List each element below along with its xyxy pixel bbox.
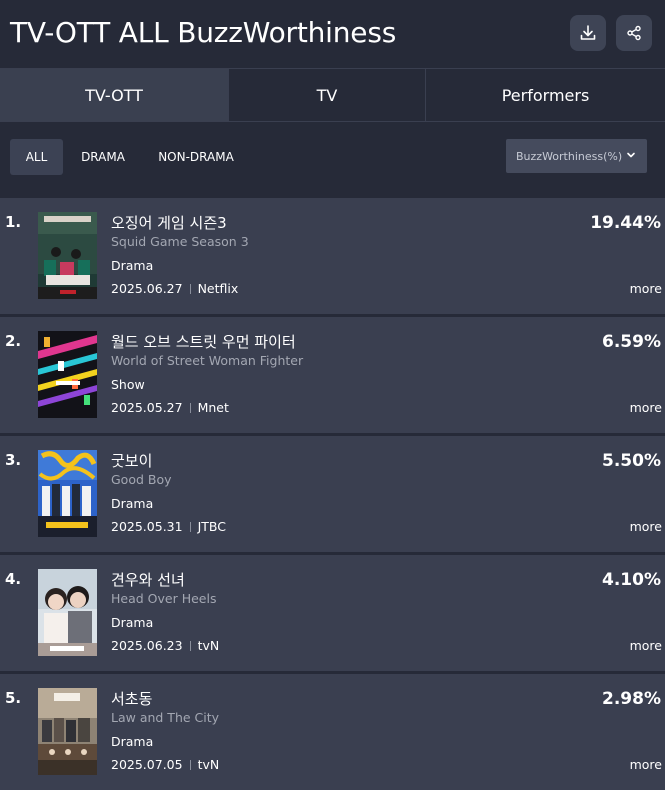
- ranking-row[interactable]: 4. 견우와 선녀 Head Over Heels Drama 2025.06.…: [0, 555, 665, 671]
- filter-drama[interactable]: DRAMA: [71, 139, 135, 175]
- share-icon: [627, 25, 641, 41]
- filter-all[interactable]: ALL: [10, 139, 63, 175]
- page-header: TV-OTT ALL BuzzWorthiness: [0, 0, 665, 68]
- release-date: 2025.05.31: [111, 519, 183, 534]
- ranking-row[interactable]: 3. 굿보이 Good Boy Drama 2025.05.31 JTBC 5.…: [0, 436, 665, 552]
- more-link[interactable]: more: [630, 281, 662, 296]
- sort-selected-value: BuzzWorthiness(%): [516, 149, 623, 163]
- release-meta: 2025.05.31 JTBC: [111, 519, 226, 534]
- release-date: 2025.06.23: [111, 638, 183, 653]
- poster-head-over-heels[interactable]: [38, 569, 97, 656]
- page-title: TV-OTT ALL BuzzWorthiness: [10, 16, 397, 49]
- release-meta: 2025.06.27 Netflix: [111, 281, 238, 296]
- poster-law-and-the-city[interactable]: [38, 688, 97, 775]
- channel-name: tvN: [197, 638, 220, 653]
- title-korean[interactable]: 굿보이: [111, 450, 152, 471]
- tab-tv[interactable]: TV: [229, 69, 426, 121]
- buzz-percentage: 4.10%: [602, 570, 661, 590]
- title-korean[interactable]: 서초동: [111, 688, 152, 709]
- release-meta: 2025.05.27 Mnet: [111, 400, 229, 415]
- release-date: 2025.05.27: [111, 400, 183, 415]
- release-meta: 2025.07.05 tvN: [111, 757, 219, 772]
- title-english: Squid Game Season 3: [111, 234, 249, 249]
- title-english: World of Street Woman Fighter: [111, 353, 304, 368]
- filter-bar: ALL DRAMA NON-DRAMA BuzzWorthiness(%): [0, 122, 665, 194]
- more-link[interactable]: more: [630, 638, 662, 653]
- genre-label: Show: [111, 377, 145, 392]
- rank-number: 4.: [5, 570, 22, 588]
- poster-street-woman-fighter[interactable]: [38, 331, 97, 418]
- meta-divider: [189, 640, 191, 651]
- filter-non-drama[interactable]: NON-DRAMA: [149, 139, 243, 175]
- title-english: Law and The City: [111, 710, 220, 725]
- more-link[interactable]: more: [630, 757, 662, 772]
- channel-name: tvN: [197, 757, 220, 772]
- buzz-percentage: 6.59%: [602, 332, 661, 352]
- channel-name: JTBC: [197, 519, 226, 534]
- more-link[interactable]: more: [630, 519, 662, 534]
- buzz-percentage: 19.44%: [590, 213, 661, 233]
- ranking-row[interactable]: 1. 오징어 게임 시즌3 Squid Game Season 3 Drama …: [0, 198, 665, 314]
- title-korean[interactable]: 월드 오브 스트릿 우먼 파이터: [111, 331, 296, 352]
- release-date: 2025.06.27: [111, 281, 183, 296]
- download-button[interactable]: [570, 15, 606, 51]
- ranking-row[interactable]: 5. 서초동 Law and The City Drama 2025.07.05: [0, 674, 665, 790]
- tab-performers[interactable]: Performers: [426, 69, 665, 121]
- title-korean[interactable]: 견우와 선녀: [111, 569, 185, 590]
- channel-name: Netflix: [197, 281, 239, 296]
- rank-number: 1.: [5, 213, 22, 231]
- genre-label: Drama: [111, 734, 154, 749]
- poster-squid-game[interactable]: [38, 212, 97, 299]
- share-button[interactable]: [616, 15, 652, 51]
- meta-divider: [189, 402, 191, 413]
- rank-number: 5.: [5, 689, 22, 707]
- meta-divider: [189, 521, 191, 532]
- release-meta: 2025.06.23 tvN: [111, 638, 219, 653]
- more-link[interactable]: more: [630, 400, 662, 415]
- ranking-row[interactable]: 2. 월드 오브 스트릿 우먼 파이터 World of Street Woma…: [0, 317, 665, 433]
- tab-tv-ott[interactable]: TV-OTT: [0, 69, 229, 121]
- title-korean[interactable]: 오징어 게임 시즌3: [111, 212, 227, 233]
- rank-number: 2.: [5, 332, 22, 350]
- chevron-down-icon: [627, 152, 635, 158]
- title-english: Good Boy: [111, 472, 172, 487]
- buzz-percentage: 5.50%: [602, 451, 661, 471]
- channel-name: Mnet: [197, 400, 229, 415]
- genre-label: Drama: [111, 496, 154, 511]
- poster-good-boy[interactable]: [38, 450, 97, 537]
- release-date: 2025.07.05: [111, 757, 183, 772]
- rank-number: 3.: [5, 451, 22, 469]
- sort-dropdown[interactable]: BuzzWorthiness(%): [506, 139, 647, 173]
- genre-label: Drama: [111, 615, 154, 630]
- download-icon: [580, 25, 596, 40]
- genre-label: Drama: [111, 258, 154, 273]
- meta-divider: [189, 759, 191, 770]
- meta-divider: [189, 283, 191, 294]
- title-english: Head Over Heels: [111, 591, 217, 606]
- category-tabs: TV-OTT TV Performers: [0, 68, 665, 122]
- buzz-percentage: 2.98%: [602, 689, 661, 709]
